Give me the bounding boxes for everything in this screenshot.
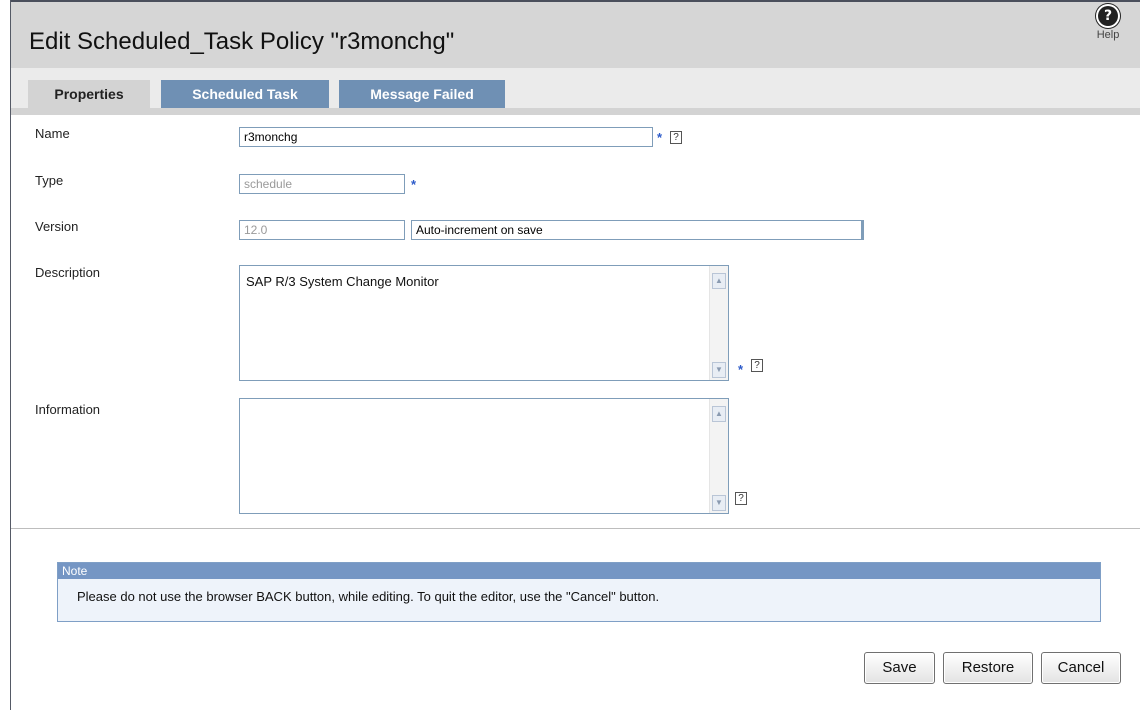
page-title: Edit Scheduled_Task Policy "r3monchg": [29, 28, 455, 55]
note-box: Note Please do not use the browser BACK …: [57, 562, 1101, 622]
type-label: Type: [35, 173, 64, 188]
section-divider: [11, 528, 1140, 529]
description-textarea[interactable]: SAP R/3 System Change Monitor ▲ ▼: [239, 265, 729, 381]
note-heading: Note: [58, 563, 1100, 579]
tab-scheduled-task[interactable]: Scheduled Task: [161, 80, 329, 108]
tab-strip: [11, 108, 1140, 115]
description-help-icon[interactable]: ?: [751, 359, 763, 372]
version-label: Version: [35, 219, 79, 234]
required-marker: *: [657, 130, 663, 145]
required-marker: *: [738, 362, 744, 377]
description-text: SAP R/3 System Change Monitor: [246, 274, 439, 289]
tab-bar: Properties Scheduled Task Message Failed: [11, 68, 1140, 109]
information-label: Information: [35, 402, 101, 417]
help-label: Help: [1096, 29, 1120, 41]
information-scrollbar[interactable]: ▲ ▼: [709, 399, 728, 513]
tab-message-failed[interactable]: Message Failed: [339, 80, 505, 108]
version-mode-select[interactable]: Auto-increment on save: [411, 220, 864, 240]
cancel-button[interactable]: Cancel: [1041, 652, 1121, 684]
tab-properties[interactable]: Properties: [28, 80, 150, 108]
information-textarea[interactable]: ▲ ▼: [239, 398, 729, 514]
save-button[interactable]: Save: [864, 652, 935, 684]
policy-editor: Edit Scheduled_Task Policy "r3monchg" ? …: [10, 0, 1140, 710]
note-text: Please do not use the browser BACK butto…: [77, 589, 660, 604]
type-input[interactable]: schedule: [239, 174, 405, 194]
help-button[interactable]: ? Help: [1093, 6, 1123, 41]
required-marker: *: [411, 177, 417, 192]
name-label: Name: [35, 126, 70, 141]
name-help-icon[interactable]: ?: [670, 131, 682, 144]
description-scrollbar[interactable]: ▲ ▼: [709, 266, 728, 380]
name-input[interactable]: r3monchg: [239, 127, 653, 147]
information-help-icon[interactable]: ?: [735, 492, 747, 505]
restore-button[interactable]: Restore: [943, 652, 1033, 684]
scroll-up-icon[interactable]: ▲: [712, 273, 726, 289]
help-icon: ?: [1098, 6, 1118, 26]
version-input[interactable]: 12.0: [239, 220, 405, 240]
scroll-down-icon[interactable]: ▼: [712, 495, 726, 511]
scroll-down-icon[interactable]: ▼: [712, 362, 726, 378]
page-header: Edit Scheduled_Task Policy "r3monchg" ? …: [11, 2, 1140, 68]
scroll-up-icon[interactable]: ▲: [712, 406, 726, 422]
description-label: Description: [35, 265, 101, 280]
